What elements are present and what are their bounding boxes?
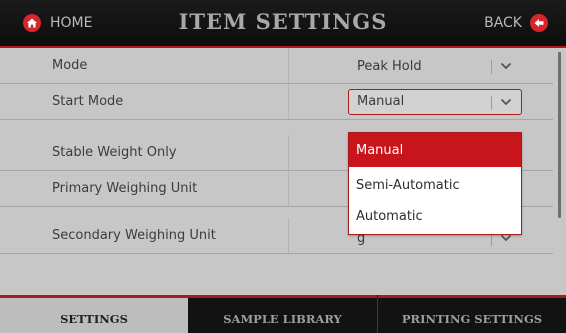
option-label: Semi-Automatic	[356, 178, 460, 193]
select-separator	[491, 96, 492, 110]
tab-label: SETTINGS	[60, 312, 128, 326]
row-divider	[288, 171, 289, 206]
setting-row-mode[interactable]: Mode Peak Hold	[0, 48, 553, 84]
dropdown-option-automatic[interactable]: Automatic	[349, 199, 521, 233]
row-divider	[288, 135, 289, 170]
mode-select[interactable]: Peak Hold	[348, 54, 522, 80]
tab-settings[interactable]: SETTINGS	[0, 295, 188, 333]
tab-printing-settings[interactable]: PRINTING SETTINGS	[378, 295, 566, 333]
chevron-down-icon	[500, 62, 512, 70]
item-settings-screen: HOME ITEM SETTINGS BACK Mode Peak Hold S…	[0, 0, 566, 333]
list-scrollbar[interactable]	[553, 48, 566, 295]
select-value: Peak Hold	[357, 59, 422, 74]
setting-label: Stable Weight Only	[52, 145, 177, 160]
setting-row-start-mode[interactable]: Start Mode Manual	[0, 84, 553, 120]
option-label: Manual	[356, 143, 404, 158]
dropdown-option-semi-automatic[interactable]: Semi-Automatic	[349, 168, 521, 202]
back-label: BACK	[484, 15, 522, 31]
select-separator	[491, 60, 492, 74]
start-mode-select[interactable]: Manual	[348, 89, 522, 115]
chevron-down-icon	[500, 98, 512, 106]
select-value: Manual	[357, 94, 405, 109]
back-arrow-icon	[530, 14, 548, 32]
bottom-tab-bar: SETTINGS SAMPLE LIBRARY PRINTING SETTING…	[0, 295, 566, 333]
setting-label: Secondary Weighing Unit	[52, 228, 216, 243]
setting-label: Start Mode	[52, 94, 124, 109]
row-divider	[288, 218, 289, 253]
setting-label: Primary Weighing Unit	[52, 181, 198, 196]
setting-label: Mode	[52, 58, 88, 73]
scroll-thumb[interactable]	[558, 52, 561, 218]
header-bar: HOME ITEM SETTINGS BACK	[0, 0, 566, 47]
tab-sample-library[interactable]: SAMPLE LIBRARY	[188, 295, 377, 333]
back-button[interactable]: BACK	[484, 12, 548, 34]
option-label: Automatic	[356, 209, 423, 224]
page-title: ITEM SETTINGS	[178, 9, 388, 34]
start-mode-dropdown: Manual Semi-Automatic Automatic	[348, 132, 522, 235]
tab-label: PRINTING SETTINGS	[401, 312, 543, 326]
row-divider	[288, 48, 289, 83]
dropdown-option-manual[interactable]: Manual	[349, 133, 521, 167]
row-divider	[288, 84, 289, 119]
tab-label: SAMPLE LIBRARY	[223, 312, 342, 326]
